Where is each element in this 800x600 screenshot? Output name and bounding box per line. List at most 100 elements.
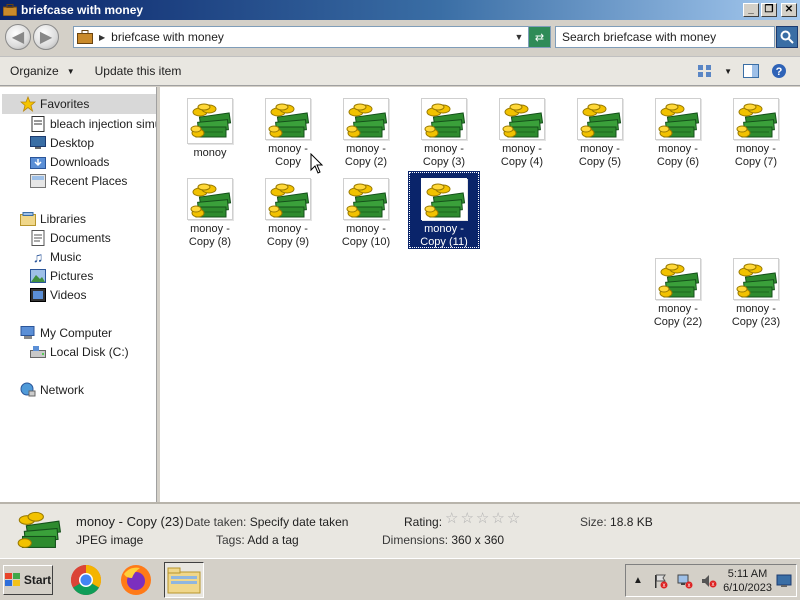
chevron-down-icon[interactable]: ▼: [510, 32, 528, 42]
taskbar-explorer[interactable]: [164, 562, 204, 598]
file-name-line1: monoy -: [502, 143, 542, 155]
close-button[interactable]: ✕: [781, 3, 797, 17]
clock[interactable]: 5:11 AM 6/10/2023: [723, 567, 772, 595]
mouse-pointer-icon: [310, 153, 324, 174]
star-outline-icon[interactable]: ☆: [507, 511, 520, 526]
file-thumbnail: [655, 258, 701, 300]
chevron-down-icon[interactable]: ▼: [724, 67, 732, 76]
file-name-line1: monoy -: [736, 303, 776, 315]
preview-pane-button[interactable]: [742, 63, 760, 79]
address-bar[interactable]: ▶ briefcase with money ▼ ⇄: [73, 26, 551, 48]
tags-value[interactable]: Add a tag: [247, 533, 298, 547]
chevron-up-icon[interactable]: ▲: [630, 575, 646, 586]
hard-drive-icon: [30, 344, 46, 360]
nav-item-music[interactable]: ♫ Music: [30, 249, 82, 265]
size-value: 18.8 KB: [610, 515, 653, 529]
file-tile[interactable]: monoy - Copy (9): [252, 171, 324, 249]
nav-network[interactable]: Network: [20, 382, 84, 398]
nav-item-desktop[interactable]: Desktop: [30, 135, 94, 151]
maximize-button[interactable]: ❐: [761, 3, 777, 17]
file-tile[interactable]: monoy - Copy (6): [642, 91, 714, 169]
nav-item-documents[interactable]: Documents: [30, 230, 111, 246]
navigation-pane[interactable]: Favorites bleach injection simula Deskto…: [0, 87, 157, 502]
file-list-view[interactable]: monoy monoy - Copy monoy - Copy (2) monoy - Co…: [160, 87, 800, 502]
title-bar[interactable]: briefcase with money _ ❐ ✕: [0, 0, 800, 20]
file-thumbnail: [733, 98, 779, 140]
file-name-line2: Copy (4): [500, 156, 544, 168]
preview-pane-icon: [743, 64, 759, 78]
file-thumbnail: [733, 258, 779, 300]
search-input[interactable]: Search briefcase with money: [555, 26, 775, 48]
file-tile[interactable]: monoy - Copy (22): [642, 251, 714, 329]
network-status-icon[interactable]: x: [676, 572, 694, 590]
start-button[interactable]: Start: [3, 565, 53, 595]
search-icon: [780, 30, 794, 44]
refresh-button[interactable]: ⇄: [528, 27, 550, 47]
svg-text:x: x: [712, 582, 715, 588]
file-tile[interactable]: monoy - Copy (11): [408, 171, 480, 249]
star-outline-icon[interactable]: ☆: [460, 511, 473, 526]
recent-places-icon: [30, 173, 46, 189]
file-tile[interactable]: monoy - Copy (3): [408, 91, 480, 169]
view-grid-icon: [698, 65, 712, 77]
taskbar-firefox[interactable]: [116, 562, 156, 598]
nav-favorites-label: Favorites: [40, 97, 90, 111]
file-name-line1: monoy -: [580, 143, 620, 155]
action-center-flag-icon[interactable]: x: [652, 572, 670, 590]
nav-item-local-disk[interactable]: Local Disk (C:): [30, 344, 129, 360]
file-tile[interactable]: monoy - Copy (5): [564, 91, 636, 169]
money-image-icon: [736, 263, 778, 298]
file-name-label: monoy - Copy (8): [174, 223, 246, 249]
taskbar: Start ▲ x x x 5:11 AM 6/10/2023: [0, 558, 800, 600]
network-icon: [20, 382, 36, 398]
nav-item-recent-places[interactable]: Recent Places: [30, 173, 127, 189]
file-tile[interactable]: monoy - Copy (2): [330, 91, 402, 169]
date-taken-value[interactable]: Specify date taken: [250, 515, 349, 529]
star-outline-icon[interactable]: ☆: [445, 511, 458, 526]
taskbar-chrome[interactable]: [66, 562, 106, 598]
change-view-button[interactable]: [696, 63, 714, 79]
show-desktop-icon[interactable]: [776, 573, 792, 589]
dimensions-label: Dimensions:: [382, 533, 449, 547]
file-name-line1: monoy -: [190, 223, 230, 235]
forward-button[interactable]: ▶: [33, 24, 59, 50]
nav-my-computer[interactable]: My Computer: [20, 325, 112, 341]
file-name-label: monoy: [174, 147, 246, 160]
chrome-icon: [70, 565, 102, 596]
file-tile[interactable]: monoy - Copy (10): [330, 171, 402, 249]
update-item-button[interactable]: Update this item: [85, 64, 192, 78]
file-tile[interactable]: monoy: [174, 91, 246, 169]
file-tile[interactable]: monoy - Copy (23): [720, 251, 792, 329]
pictures-icon: [30, 268, 46, 284]
nav-item-bleach-injection[interactable]: bleach injection simula: [30, 116, 156, 132]
file-tile[interactable]: monoy - Copy (4): [486, 91, 558, 169]
file-tile[interactable]: monoy - Copy (8): [174, 171, 246, 249]
nav-item-videos[interactable]: Videos: [30, 287, 86, 303]
clock-date: 6/10/2023: [723, 581, 772, 594]
file-thumbnail: [499, 98, 545, 140]
file-tile[interactable]: monoy - Copy (7): [720, 91, 792, 169]
star-outline-icon[interactable]: ☆: [491, 511, 504, 526]
breadcrumb-path[interactable]: briefcase with money: [111, 30, 510, 44]
star-outline-icon[interactable]: ☆: [476, 511, 489, 526]
nav-item-label: Videos: [50, 288, 87, 302]
nav-libraries[interactable]: Libraries: [20, 211, 86, 227]
nav-favorites[interactable]: Favorites: [20, 96, 89, 112]
file-thumbnail: [577, 98, 623, 140]
back-button[interactable]: ◀: [5, 24, 31, 50]
search-button[interactable]: [776, 26, 798, 48]
refresh-icon: ⇄: [534, 31, 545, 44]
details-file-type: JPEG image: [76, 533, 144, 547]
rating-stars[interactable]: ☆ ☆ ☆ ☆ ☆: [445, 511, 520, 526]
organize-button[interactable]: Organize ▼: [0, 64, 85, 78]
file-thumbnail: [187, 98, 233, 144]
music-icon: ♫: [32, 249, 44, 265]
help-button[interactable]: ?: [770, 63, 788, 79]
money-image-icon: [346, 103, 388, 138]
minimize-button[interactable]: _: [743, 3, 759, 17]
command-bar: Organize ▼ Update this item ▼ ?: [0, 56, 800, 86]
volume-muted-icon[interactable]: x: [700, 572, 718, 590]
nav-item-downloads[interactable]: Downloads: [30, 154, 109, 170]
nav-item-pictures[interactable]: Pictures: [30, 268, 93, 284]
breadcrumb-separator[interactable]: ▶: [99, 33, 105, 42]
